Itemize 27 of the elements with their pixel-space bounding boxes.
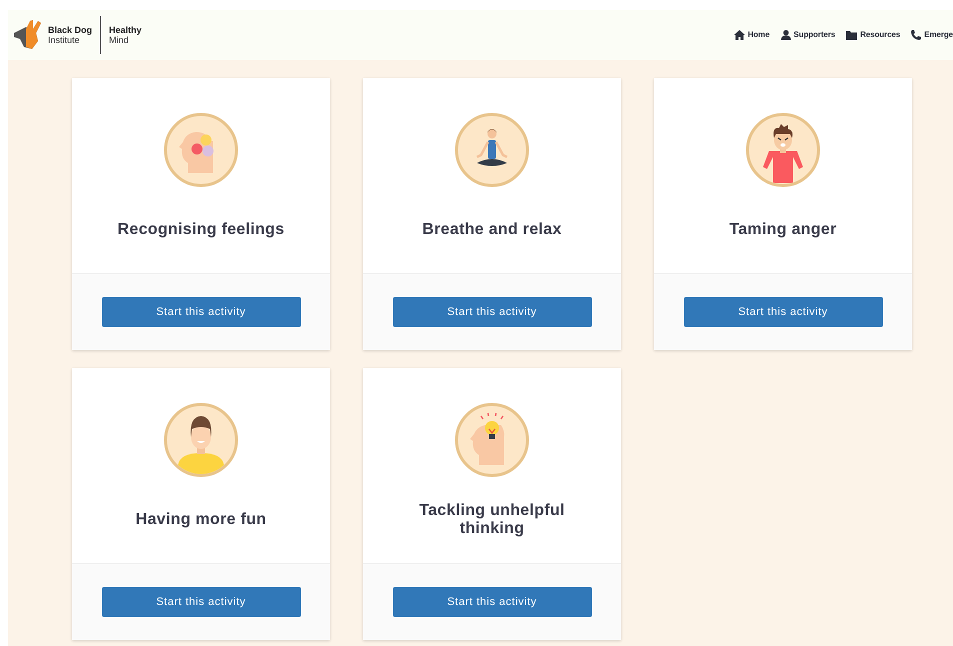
head-with-emoji-faces-icon: [164, 113, 238, 187]
angry-boy-icon: [746, 113, 820, 187]
start-activity-button[interactable]: Start this activity: [102, 587, 300, 617]
start-activity-button[interactable]: Start this activity: [392, 297, 592, 327]
nav-link[interactable]: Supporters: [794, 29, 836, 41]
nav-link[interactable]: Emerge: [924, 29, 953, 41]
home-icon: [734, 30, 745, 40]
head-with-lightbulb-icon: [455, 403, 529, 477]
activity-title: Having more fun: [136, 511, 266, 529]
brand-name: Institute: [48, 35, 81, 45]
folder-icon: [846, 30, 858, 40]
nav-link[interactable]: Resources: [860, 29, 900, 41]
phone-icon: [911, 30, 922, 40]
brand-name: Black Dog: [48, 25, 92, 35]
activity-title: Tackling unhelpful thinking: [418, 502, 566, 538]
smiling-boy-icon: [164, 403, 238, 477]
start-activity-button[interactable]: Start this activity: [684, 297, 882, 327]
activity-title: Breathe and relax: [422, 221, 562, 239]
start-activity-button[interactable]: Start this activity: [392, 587, 592, 617]
start-activity-button[interactable]: Start this activity: [102, 297, 300, 327]
meditating-person-icon: [455, 113, 529, 187]
product-name: Mind: [109, 35, 130, 45]
product-name: Healthy: [109, 25, 142, 35]
person-icon: [780, 30, 791, 40]
activity-title: Recognising feelings: [118, 221, 284, 239]
activity-title: Taming anger: [729, 221, 837, 239]
nav-link[interactable]: Home: [748, 29, 770, 41]
